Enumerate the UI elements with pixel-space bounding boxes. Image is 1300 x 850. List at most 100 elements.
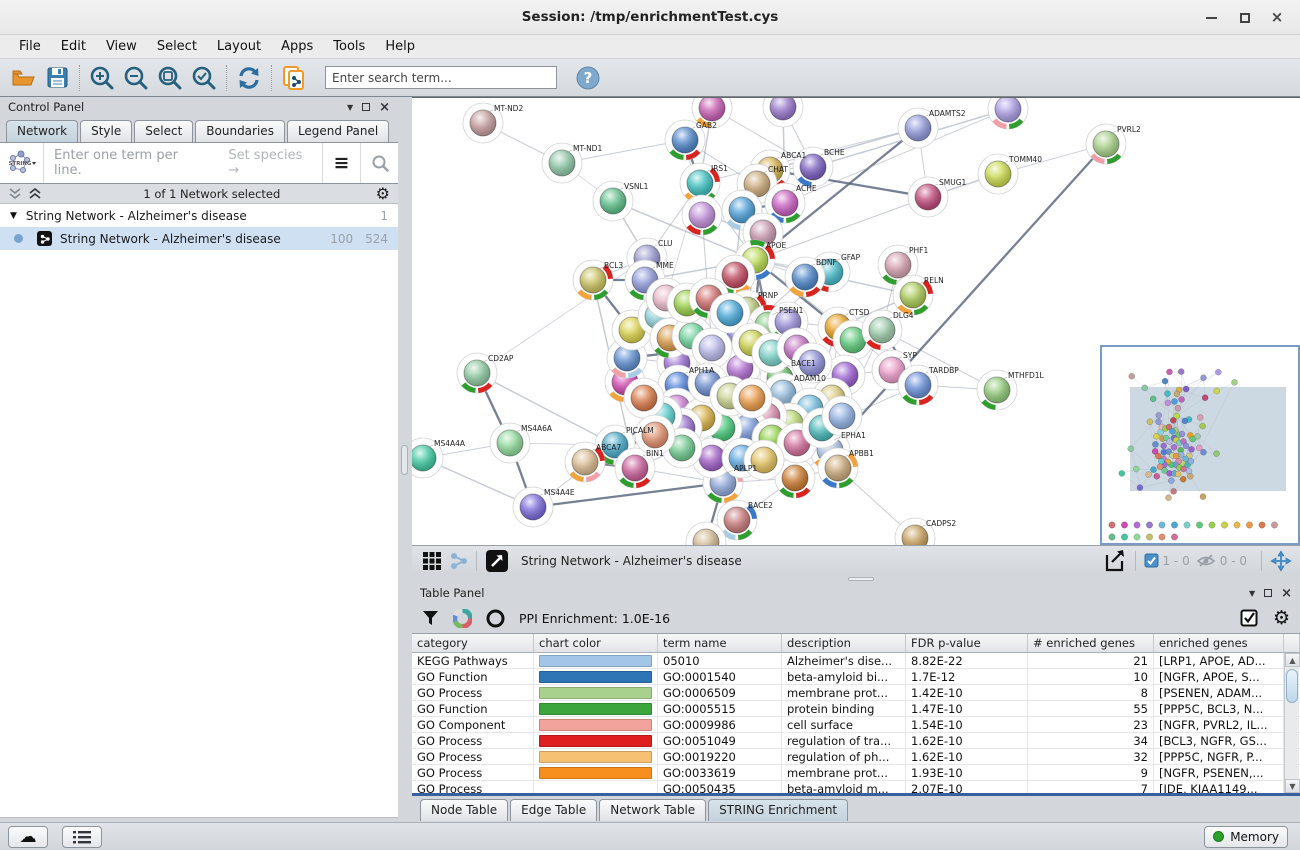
task-history-button[interactable]	[62, 826, 102, 848]
network-node[interactable]	[692, 328, 732, 368]
string-protein-query-button[interactable]: STRING	[0, 143, 44, 183]
splitter-handle[interactable]	[848, 577, 874, 581]
collapse-all-icon[interactable]	[8, 188, 22, 200]
network-options-gear-icon[interactable]: ⚙	[376, 184, 390, 203]
network-node[interactable]	[682, 195, 722, 235]
open-session-button[interactable]	[6, 62, 40, 94]
table-cell: GO Process	[412, 781, 534, 793]
float-panel-icon[interactable]	[362, 103, 370, 111]
save-session-button[interactable]	[40, 62, 74, 94]
network-node[interactable]	[624, 378, 664, 418]
table-row[interactable]: GO ProcessGO:0051049regulation of tra...…	[412, 733, 1300, 749]
table-row[interactable]: GO ProcessGO:0019220regulation of ph...1…	[412, 749, 1300, 765]
network-node[interactable]	[732, 378, 772, 418]
table-row[interactable]: GO ProcessGO:0033619membrane prot...1.93…	[412, 765, 1300, 781]
tab-network[interactable]: Network	[6, 120, 78, 142]
table-row[interactable]: GO ComponentGO:0009986cell surface1.54E-…	[412, 717, 1300, 733]
horizontal-splitter[interactable]	[412, 575, 1300, 583]
zoom-out-button[interactable]	[119, 62, 153, 94]
float-panel-icon[interactable]	[1264, 589, 1272, 597]
table-row[interactable]: GO FunctionGO:0005515protein binding1.47…	[412, 701, 1300, 717]
cloud-tasks-button[interactable]: ☁	[8, 826, 48, 848]
tab-string-enrichment[interactable]: STRING Enrichment	[708, 799, 848, 821]
chart-ring-icon[interactable]	[486, 609, 505, 628]
network-collection-row[interactable]: ▼ String Network - Alzheimer's disease 1	[0, 204, 398, 227]
table-panel-header: Table Panel ▼ ×	[412, 583, 1300, 603]
network-selected-status: 1 of 1 Network selected	[48, 187, 376, 201]
string-terms-input[interactable]: Enter one term per line. Set species →	[44, 143, 322, 183]
table-cell: 10	[1028, 669, 1154, 684]
maximize-icon[interactable]	[1228, 0, 1262, 35]
menu-help[interactable]: Help	[376, 37, 424, 56]
scroll-up-arrow[interactable]: ▲	[1285, 653, 1300, 667]
splitter-handle[interactable]	[401, 445, 408, 475]
panel-menu-icon[interactable]: ▼	[1249, 589, 1255, 598]
tab-edge-table[interactable]: Edge Table	[510, 799, 597, 821]
grid-view-button[interactable]	[422, 551, 442, 571]
tab-legend-panel[interactable]: Legend Panel	[287, 120, 389, 142]
column-header-term-name[interactable]: term name	[658, 634, 782, 653]
table-settings-gear-icon[interactable]: ⚙	[1273, 607, 1290, 629]
filter-icon[interactable]	[422, 610, 439, 627]
expand-all-icon[interactable]	[28, 188, 42, 200]
string-search-button[interactable]	[360, 143, 398, 183]
select-checkbox-icon[interactable]	[1240, 609, 1259, 628]
chart-donut-icon[interactable]	[453, 609, 472, 628]
table-row[interactable]: GO ProcessGO:0050435beta-amyloid m...2.0…	[412, 781, 1300, 793]
pan-navigate-button[interactable]	[1270, 550, 1292, 572]
table-scrollbar[interactable]: ▲ ▼	[1284, 653, 1299, 793]
network-node[interactable]	[763, 98, 803, 127]
network-row-selected[interactable]: String Network - Alzheimer's disease 100…	[0, 227, 398, 250]
column-header--enriched-genes[interactable]: # enriched genes	[1028, 634, 1154, 653]
network-node-count: 100	[330, 232, 353, 246]
node-label: MME	[656, 261, 674, 270]
network-share-view-button[interactable]	[450, 552, 468, 570]
network-node[interactable]	[988, 98, 1028, 129]
export-network-button[interactable]	[1103, 549, 1127, 573]
close-icon[interactable]: ×	[1260, 0, 1294, 35]
network-from-file-button[interactable]	[277, 62, 311, 94]
scrollbar-thumb[interactable]	[1286, 669, 1298, 703]
tab-boundaries[interactable]: Boundaries	[195, 120, 285, 142]
tab-network-table[interactable]: Network Table	[599, 799, 706, 821]
tab-node-table[interactable]: Node Table	[420, 799, 508, 821]
tab-select[interactable]: Select	[134, 120, 193, 142]
apply-layout-button[interactable]	[232, 62, 266, 94]
scroll-down-arrow[interactable]: ▼	[1285, 779, 1300, 793]
zoom-selected-button[interactable]	[187, 62, 221, 94]
menu-edit[interactable]: Edit	[52, 37, 95, 56]
birdseye-view[interactable]	[1100, 345, 1300, 545]
string-options-button[interactable]: ≡	[322, 143, 360, 183]
collection-expand-icon[interactable]: ▼	[10, 211, 17, 221]
menu-select[interactable]: Select	[148, 37, 206, 56]
vertical-splitter[interactable]	[398, 97, 412, 820]
table-row[interactable]: GO FunctionGO:0001540beta-amyloid bi...1…	[412, 669, 1300, 685]
enrichment-toolbar: PPI Enrichment: 1.0E-16 ⚙	[412, 603, 1300, 633]
help-button[interactable]: ?	[571, 62, 605, 94]
column-header-chart-color[interactable]: chart color	[534, 634, 658, 653]
search-input[interactable]	[325, 66, 557, 89]
close-panel-icon[interactable]: ×	[379, 101, 390, 114]
panel-menu-icon[interactable]: ▼	[347, 103, 353, 112]
zoom-fit-button[interactable]	[153, 62, 187, 94]
menu-layout[interactable]: Layout	[208, 37, 270, 56]
close-panel-icon[interactable]: ×	[1281, 587, 1292, 600]
minimize-icon[interactable]	[1194, 0, 1228, 35]
menu-tools[interactable]: Tools	[324, 37, 374, 56]
table-row[interactable]: GO ProcessGO:0006509membrane prot...1.42…	[412, 685, 1300, 701]
grid-icon	[422, 551, 442, 571]
menu-file[interactable]: File	[10, 37, 50, 56]
menu-apps[interactable]: Apps	[272, 37, 322, 56]
column-header-description[interactable]: description	[782, 634, 906, 653]
column-header-category[interactable]: category	[412, 634, 534, 653]
memory-button[interactable]: Memory	[1204, 826, 1288, 848]
show-graphics-details-button[interactable]	[485, 549, 509, 573]
menu-view[interactable]: View	[97, 37, 146, 56]
table-row[interactable]: KEGG Pathways05010Alzheimer's dise...8.8…	[412, 653, 1300, 669]
network-node[interactable]	[744, 440, 784, 480]
column-header-fdr-p-value[interactable]: FDR p-value	[906, 634, 1028, 653]
column-header-enriched-genes[interactable]: enriched genes	[1154, 634, 1284, 653]
network-node[interactable]	[822, 396, 862, 436]
tab-style[interactable]: Style	[80, 120, 132, 142]
zoom-in-button[interactable]	[85, 62, 119, 94]
